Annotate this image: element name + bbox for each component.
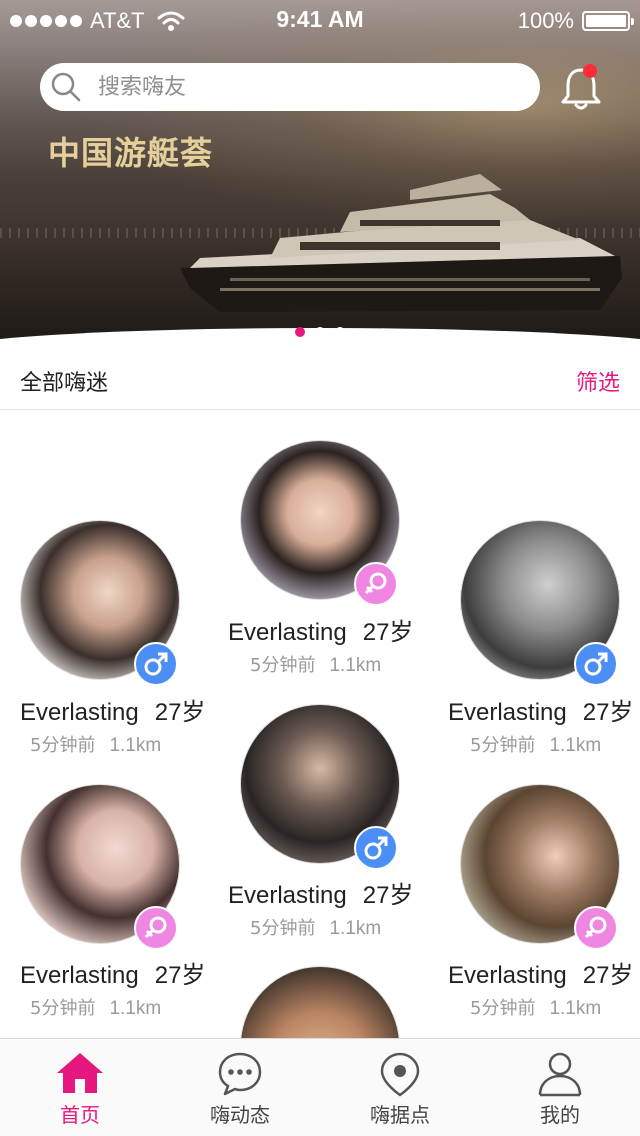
- banner-carousel[interactable]: 中国游艇荟: [0, 0, 640, 348]
- carousel-dots: [0, 327, 640, 337]
- user-age: 27岁: [362, 619, 414, 646]
- user-age: 27岁: [154, 962, 206, 989]
- home-icon: [57, 1053, 103, 1093]
- user-name: Everlasting: [228, 619, 347, 646]
- user-meta: 5分钟前 1.1km: [470, 731, 601, 757]
- user-name-age: Everlasting 27岁: [20, 692, 205, 727]
- user-last-active: 5分钟前: [470, 735, 536, 756]
- user-distance: 1.1km: [329, 655, 382, 676]
- male-gender-icon: [354, 826, 398, 870]
- carousel-dot[interactable]: [315, 327, 325, 337]
- user-meta: 5分钟前 1.1km: [470, 994, 601, 1020]
- user-name: Everlasting: [20, 962, 139, 989]
- tab-mine-label: 我的: [540, 1103, 580, 1127]
- carousel-dot[interactable]: [335, 327, 345, 337]
- tab-mine[interactable]: 我的: [480, 1039, 640, 1136]
- person-icon: [538, 1052, 582, 1097]
- user-avatar[interactable]: [20, 784, 180, 950]
- user-last-active: 5分钟前: [250, 918, 316, 939]
- user-meta: 5分钟前 1.1km: [250, 651, 381, 677]
- user-name-age: Everlasting 27岁: [20, 955, 205, 990]
- tab-bar: 首页 嗨动态 嗨据点 我的: [0, 1038, 640, 1136]
- female-gender-icon: [134, 906, 178, 950]
- user-distance: 1.1km: [549, 998, 602, 1019]
- tab-spots[interactable]: 嗨据点: [320, 1039, 480, 1136]
- search-input[interactable]: [98, 74, 498, 100]
- tab-dynamics-label: 嗨动态: [210, 1103, 270, 1127]
- carousel-dot-active[interactable]: [295, 327, 305, 337]
- user-distance: 1.1km: [109, 735, 162, 756]
- filter-button[interactable]: 筛选: [576, 365, 620, 397]
- partial-avatar[interactable]: [240, 966, 400, 1038]
- user-name-age: Everlasting 27岁: [448, 955, 633, 990]
- user-name: Everlasting: [228, 882, 347, 909]
- search-bar[interactable]: [40, 63, 540, 111]
- user-avatar[interactable]: [240, 440, 400, 606]
- tab-home-label: 首页: [60, 1103, 100, 1127]
- user-last-active: 5分钟前: [30, 998, 96, 1019]
- user-distance: 1.1km: [329, 918, 382, 939]
- tab-spots-label: 嗨据点: [370, 1103, 430, 1127]
- battery-icon: [582, 11, 634, 31]
- user-last-active: 5分钟前: [30, 735, 96, 756]
- user-age: 27岁: [582, 962, 634, 989]
- user-avatar[interactable]: [460, 520, 620, 686]
- male-gender-icon: [574, 642, 618, 686]
- user-meta: 5分钟前 1.1km: [30, 731, 161, 757]
- section-header: 全部嗨迷 筛选: [0, 348, 640, 410]
- user-distance: 1.1km: [549, 735, 602, 756]
- user-meta: 5分钟前 1.1km: [30, 994, 161, 1020]
- female-gender-icon: [574, 906, 618, 950]
- status-bar: AT&T 9:41 AM 100%: [0, 0, 640, 40]
- user-name: Everlasting: [20, 699, 139, 726]
- section-title: 全部嗨迷: [20, 371, 109, 396]
- tab-home[interactable]: 首页: [0, 1039, 160, 1136]
- user-name: Everlasting: [448, 962, 567, 989]
- user-name-age: Everlasting 27岁: [228, 612, 413, 647]
- notification-badge: [583, 64, 597, 78]
- banner-title: 中国游艇荟: [48, 134, 214, 172]
- user-avatar[interactable]: [240, 704, 400, 870]
- user-last-active: 5分钟前: [250, 655, 316, 676]
- female-gender-icon: [354, 562, 398, 606]
- location-pin-icon: [380, 1052, 420, 1097]
- tab-dynamics[interactable]: 嗨动态: [160, 1039, 320, 1136]
- user-age: 27岁: [154, 699, 206, 726]
- user-age: 27岁: [582, 699, 634, 726]
- yacht-image: [180, 174, 622, 312]
- chat-bubble-icon: [218, 1052, 262, 1096]
- user-meta: 5分钟前 1.1km: [250, 914, 381, 940]
- search-icon: [51, 72, 81, 102]
- notification-bell-icon[interactable]: [558, 64, 604, 112]
- user-name: Everlasting: [448, 699, 567, 726]
- user-avatar[interactable]: [460, 784, 620, 950]
- user-distance: 1.1km: [109, 998, 162, 1019]
- user-last-active: 5分钟前: [470, 998, 536, 1019]
- user-avatar[interactable]: [20, 520, 180, 686]
- battery-percent: 100%: [517, 8, 574, 33]
- user-name-age: Everlasting 27岁: [448, 692, 633, 727]
- male-gender-icon: [134, 642, 178, 686]
- user-name-age: Everlasting 27岁: [228, 875, 413, 910]
- user-age: 27岁: [362, 882, 414, 909]
